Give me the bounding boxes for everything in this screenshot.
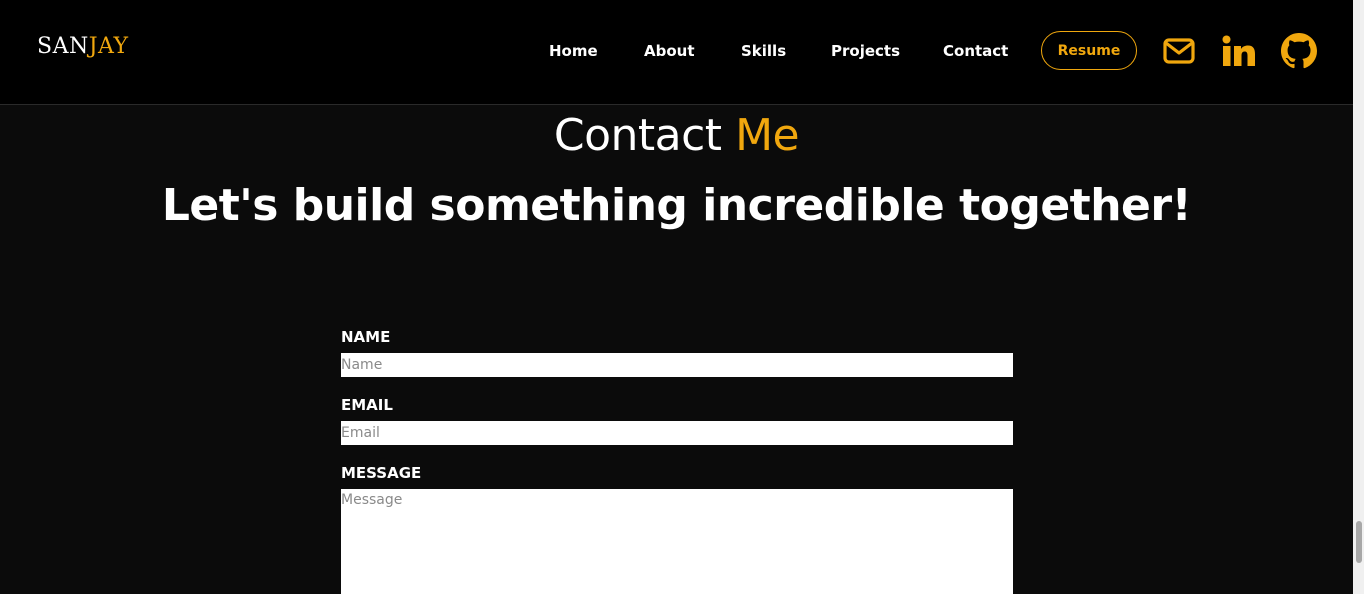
resume-button[interactable]: Resume [1041, 31, 1137, 70]
mail-icon[interactable] [1161, 33, 1197, 69]
section-title: Contact Me [0, 110, 1353, 161]
nav-link-contact[interactable]: Contact [943, 42, 1008, 60]
email-input[interactable] [341, 421, 1013, 445]
linkedin-icon[interactable] [1221, 33, 1257, 69]
name-label: NAME [341, 328, 391, 346]
github-icon[interactable] [1281, 33, 1317, 69]
page-scrollbar[interactable] [1353, 0, 1364, 594]
section-title-main: Contact [553, 110, 722, 161]
site-logo[interactable]: SANJAY [37, 34, 129, 59]
nav-link-home[interactable]: Home [549, 42, 598, 60]
email-label: EMAIL [341, 396, 393, 414]
contact-tagline: Let's build something incredible togethe… [161, 180, 1192, 231]
scrollbar-thumb[interactable] [1356, 521, 1362, 563]
message-textarea[interactable] [341, 489, 1013, 594]
contact-form: NAME EMAIL MESSAGE [341, 326, 1013, 594]
nav-link-projects[interactable]: Projects [831, 42, 900, 60]
section-title-accent: Me [735, 110, 800, 161]
logo-first-part: SAN [37, 34, 89, 59]
logo-second-part: JAY [88, 34, 129, 59]
message-label: MESSAGE [341, 464, 422, 482]
name-input[interactable] [341, 353, 1013, 377]
nav-link-skills[interactable]: Skills [741, 42, 786, 60]
navbar: SANJAY Home About Skills Projects Contac… [0, 0, 1353, 105]
nav-link-about[interactable]: About [644, 42, 695, 60]
